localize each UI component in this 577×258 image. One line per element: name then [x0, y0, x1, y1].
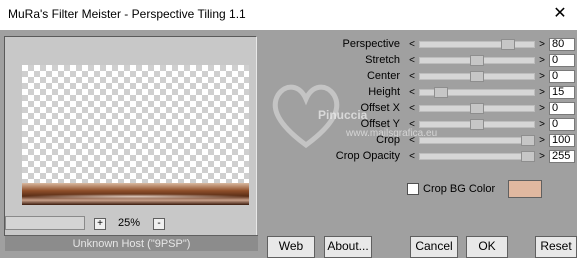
value-field[interactable]: 255: [549, 150, 575, 163]
arrow-right-icon[interactable]: >: [537, 54, 547, 67]
control-label: Stretch: [365, 54, 400, 66]
arrow-right-icon[interactable]: >: [537, 102, 547, 115]
slider-thumb[interactable]: [434, 87, 449, 98]
slider-thumb[interactable]: [521, 135, 535, 146]
value-field[interactable]: 0: [549, 54, 575, 67]
status-bar: Unknown Host ("9PSP"): [5, 235, 258, 251]
title-bar: MuRa's Filter Meister - Perspective Tili…: [0, 0, 577, 30]
reset-button[interactable]: Reset: [535, 236, 577, 258]
arrow-left-icon[interactable]: <: [407, 150, 417, 163]
cancel-button[interactable]: Cancel: [410, 236, 458, 258]
slider-stretch[interactable]: < >: [407, 54, 547, 67]
arrow-right-icon[interactable]: >: [537, 134, 547, 147]
control-label: Crop: [376, 134, 400, 146]
control-label: Offset X: [360, 102, 400, 114]
crop-bg-color-swatch[interactable]: [508, 180, 542, 198]
close-icon[interactable]: ✕: [548, 2, 572, 26]
slider-thumb[interactable]: [470, 55, 484, 66]
zoom-out-button[interactable]: -: [153, 218, 165, 230]
arrow-left-icon[interactable]: <: [407, 70, 417, 83]
arrow-left-icon[interactable]: <: [407, 134, 417, 147]
preview-frame: [4, 36, 257, 237]
slider-thumb[interactable]: [470, 119, 484, 130]
zoom-in-button[interactable]: +: [94, 218, 106, 230]
zoom-bar: [5, 216, 85, 230]
crop-bg-checkbox[interactable]: [407, 183, 419, 195]
slider-height[interactable]: < >: [407, 86, 547, 99]
slider-thumb[interactable]: [470, 103, 484, 114]
slider-thumb[interactable]: [500, 39, 515, 50]
control-label: Perspective: [342, 38, 400, 50]
slider-center[interactable]: < >: [407, 70, 547, 83]
arrow-right-icon[interactable]: >: [537, 70, 547, 83]
control-label: Crop Opacity: [335, 150, 400, 162]
slider-offset-x[interactable]: < >: [407, 102, 547, 115]
value-field[interactable]: 100: [549, 134, 575, 147]
arrow-left-icon[interactable]: <: [407, 102, 417, 115]
arrow-left-icon[interactable]: <: [407, 38, 417, 51]
arrow-right-icon[interactable]: >: [537, 38, 547, 51]
crop-bg-label: Crop BG Color: [423, 183, 496, 195]
arrow-right-icon[interactable]: >: [537, 150, 547, 163]
arrow-left-icon[interactable]: <: [407, 54, 417, 67]
control-label: Height: [368, 86, 400, 98]
slider-crop[interactable]: < >: [407, 134, 547, 147]
control-label: Offset Y: [360, 118, 400, 130]
slider-track[interactable]: [419, 41, 535, 48]
preview-canvas[interactable]: [22, 65, 249, 205]
slider-perspective[interactable]: < >: [407, 38, 547, 51]
value-field[interactable]: 0: [549, 70, 575, 83]
value-field[interactable]: 80: [549, 38, 575, 51]
control-label: Center: [366, 70, 400, 82]
value-field[interactable]: 15: [549, 86, 575, 99]
value-field[interactable]: 0: [549, 118, 575, 131]
slider-thumb[interactable]: [470, 71, 484, 82]
value-field[interactable]: 0: [549, 102, 575, 115]
slider-crop-opacity[interactable]: < >: [407, 150, 547, 163]
zoom-level: 25%: [118, 217, 141, 229]
slider-offset-y[interactable]: < >: [407, 118, 547, 131]
about-button[interactable]: About...: [324, 236, 372, 258]
slider-track[interactable]: [419, 137, 535, 144]
slider-thumb[interactable]: [521, 151, 535, 162]
ok-button[interactable]: OK: [466, 236, 508, 258]
arrow-left-icon[interactable]: <: [407, 86, 417, 99]
arrow-right-icon[interactable]: >: [537, 118, 547, 131]
arrow-left-icon[interactable]: <: [407, 118, 417, 131]
web-button[interactable]: Web: [267, 236, 315, 258]
arrow-right-icon[interactable]: >: [537, 86, 547, 99]
slider-track[interactable]: [419, 153, 535, 160]
window-title: MuRa's Filter Meister - Perspective Tili…: [8, 7, 246, 21]
preview-highlight: [22, 194, 249, 199]
